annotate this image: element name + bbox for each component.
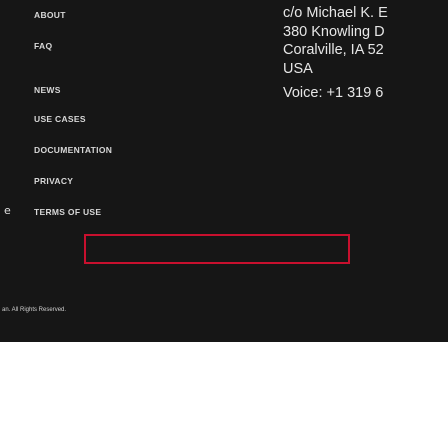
contact-country: USA xyxy=(283,60,313,77)
contact-voice-phone: Voice: +1 319 6 xyxy=(283,85,384,101)
terms-glyph-icon: e xyxy=(4,204,11,217)
footer-link-terms-of-use[interactable]: TERMS OF USE xyxy=(34,207,101,217)
contact-city: Coralville, IA 52 xyxy=(283,42,384,58)
contact-care-of: c/o Michael K. E xyxy=(283,5,388,21)
footer-link-privacy[interactable]: PRIVACY xyxy=(34,176,73,186)
footer-text-input[interactable] xyxy=(84,234,350,264)
site-footer: ABOUT FAQ NEWS USE CASES DOCUMENTATION P… xyxy=(0,0,448,342)
footer-link-about[interactable]: ABOUT xyxy=(34,10,66,20)
copyright-notice: an. All Rights Reserved. xyxy=(2,307,67,313)
footer-link-documentation[interactable]: DOCUMENTATION xyxy=(34,145,112,155)
footer-link-news[interactable]: NEWS xyxy=(34,85,61,95)
footer-link-use-cases[interactable]: USE CASES xyxy=(34,114,86,124)
contact-address: c/o Michael K. E 380 Knowling D Coralvil… xyxy=(283,4,448,103)
page: ABOUT FAQ NEWS USE CASES DOCUMENTATION P… xyxy=(0,0,448,448)
footer-link-faq[interactable]: FAQ xyxy=(34,41,52,51)
contact-street: 380 Knowling D xyxy=(283,23,385,40)
